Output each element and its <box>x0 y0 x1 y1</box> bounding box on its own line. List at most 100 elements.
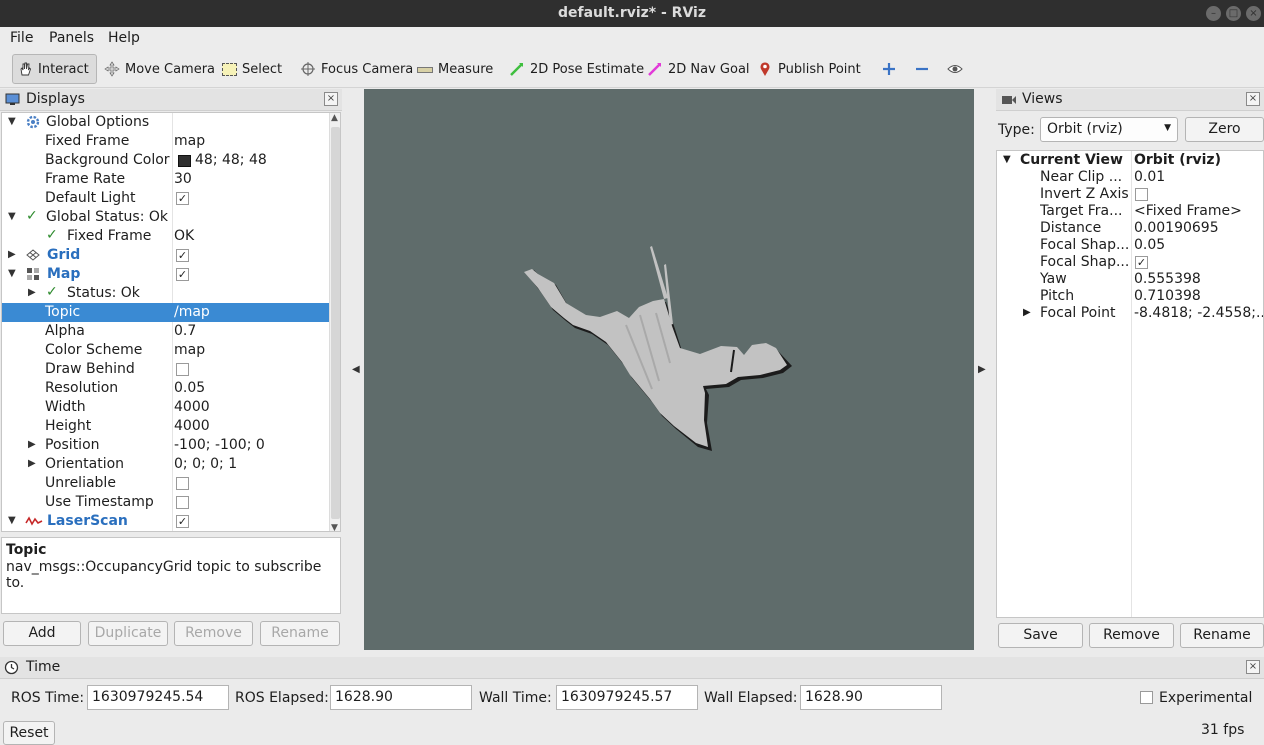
default-light-checkbox[interactable]: ✓ <box>176 192 189 205</box>
wall-elapsed-field[interactable]: 1628.90 <box>800 685 942 710</box>
tree-row-global-options[interactable]: ▼ Global Options <box>2 113 329 132</box>
experimental-checkbox[interactable] <box>1140 691 1153 704</box>
views-tree[interactable]: ▼ Current View Orbit (rviz) Near Clip ..… <box>996 150 1264 618</box>
remove-display-button[interactable]: Remove <box>174 621 253 646</box>
close-window-button[interactable]: × <box>1246 6 1261 21</box>
add-button[interactable]: Add <box>3 621 81 646</box>
expand-arrow-icon[interactable]: ▼ <box>8 268 16 279</box>
expand-arrow-icon[interactable]: ▶ <box>28 287 36 298</box>
view-row-focal-shape-fixed[interactable]: Focal Shap... ✓ <box>997 254 1263 271</box>
tree-row-use-timestamp[interactable]: Use Timestamp <box>2 493 329 512</box>
view-type-select[interactable]: Orbit (rviz) ▼ <box>1040 117 1178 142</box>
tree-row-global-status[interactable]: ▼ ✓ Global Status: Ok <box>2 208 329 227</box>
menu-help[interactable]: Help <box>108 30 140 46</box>
view-row-invert-z[interactable]: Invert Z Axis <box>997 186 1263 203</box>
close-displays-icon[interactable]: × <box>324 92 338 106</box>
move-camera-tool[interactable]: Move Camera <box>100 54 219 84</box>
ros-time-field[interactable]: 1630979245.54 <box>87 685 229 710</box>
rename-display-button[interactable]: Rename <box>260 621 340 646</box>
expand-arrow-icon[interactable]: ▼ <box>1003 154 1011 165</box>
view-row-target-frame[interactable]: Target Fra... <Fixed Frame> <box>997 203 1263 220</box>
row-value[interactable]: 0.555398 <box>1134 271 1201 287</box>
view-row-yaw[interactable]: Yaw 0.555398 <box>997 271 1263 288</box>
row-value[interactable]: 48; 48; 48 <box>195 152 267 168</box>
focal-shape-checkbox[interactable]: ✓ <box>1135 256 1148 269</box>
ros-elapsed-field[interactable]: 1628.90 <box>330 685 472 710</box>
focus-camera-tool[interactable]: Focus Camera <box>296 54 417 84</box>
close-views-icon[interactable]: × <box>1246 92 1260 106</box>
row-value[interactable]: map <box>174 342 205 358</box>
tree-row-height[interactable]: Height 4000 <box>2 417 329 436</box>
select-tool[interactable]: Select <box>218 54 286 84</box>
row-value[interactable]: 0.01 <box>1134 169 1165 185</box>
row-value[interactable]: <Fixed Frame> <box>1134 203 1242 219</box>
expand-arrow-icon[interactable]: ▶ <box>8 249 16 260</box>
view-row-pitch[interactable]: Pitch 0.710398 <box>997 288 1263 305</box>
color-swatch[interactable] <box>178 155 191 167</box>
collapse-left-icon[interactable]: ◀ <box>352 364 360 375</box>
tree-row-map-status[interactable]: ▶ ✓ Status: Ok <box>2 284 329 303</box>
scrollbar-thumb[interactable] <box>331 127 340 519</box>
tree-row-orientation[interactable]: ▶ Orientation 0; 0; 0; 1 <box>2 455 329 474</box>
view-options-button[interactable] <box>943 54 972 84</box>
menu-panels[interactable]: Panels <box>49 30 94 46</box>
expand-arrow-icon[interactable]: ▼ <box>8 515 16 526</box>
row-value[interactable]: map <box>174 133 205 149</box>
save-view-button[interactable]: Save <box>998 623 1083 648</box>
grid-checkbox[interactable]: ✓ <box>176 249 189 262</box>
collapse-right-icon[interactable]: ▶ <box>978 364 986 375</box>
row-value[interactable]: 0.7 <box>174 323 196 339</box>
maximize-button[interactable]: □ <box>1226 6 1241 21</box>
close-time-icon[interactable]: × <box>1246 660 1260 674</box>
row-value[interactable]: 30 <box>174 171 192 187</box>
tree-row-map[interactable]: ▼ Map ✓ <box>2 265 329 284</box>
zero-button[interactable]: Zero <box>1185 117 1264 142</box>
tree-row-fixed-frame[interactable]: Fixed Frame map <box>2 132 329 151</box>
tree-row-topic[interactable]: Topic /map <box>2 303 329 322</box>
row-value[interactable]: 0.710398 <box>1134 288 1201 304</box>
duplicate-button[interactable]: Duplicate <box>88 621 168 646</box>
add-tool-button[interactable] <box>877 54 906 84</box>
pose-estimate-tool[interactable]: 2D Pose Estimate <box>505 54 648 84</box>
remove-tool-button[interactable] <box>910 54 939 84</box>
view-row-focal-shape-size[interactable]: Focal Shap... 0.05 <box>997 237 1263 254</box>
tree-row-resolution[interactable]: Resolution 0.05 <box>2 379 329 398</box>
current-view-row[interactable]: ▼ Current View Orbit (rviz) <box>997 152 1263 169</box>
remove-view-button[interactable]: Remove <box>1089 623 1174 648</box>
tree-row-draw-behind[interactable]: Draw Behind <box>2 360 329 379</box>
menu-file[interactable]: File <box>10 30 33 46</box>
tree-row-unreliable[interactable]: Unreliable <box>2 474 329 493</box>
invert-z-checkbox[interactable] <box>1135 188 1148 201</box>
tree-row-position[interactable]: ▶ Position -100; -100; 0 <box>2 436 329 455</box>
tree-row-grid[interactable]: ▶ Grid ✓ <box>2 246 329 265</box>
interact-tool[interactable]: Interact <box>12 54 97 84</box>
view-row-near-clip[interactable]: Near Clip ... 0.01 <box>997 169 1263 186</box>
scroll-down-icon[interactable]: ▼ <box>331 523 338 531</box>
draw-behind-checkbox[interactable] <box>176 363 189 376</box>
row-value[interactable]: 0.05 <box>1134 237 1165 253</box>
scroll-up-icon[interactable]: ▲ <box>331 113 338 123</box>
measure-tool[interactable]: Measure <box>413 54 497 84</box>
use-timestamp-checkbox[interactable] <box>176 496 189 509</box>
publish-point-tool[interactable]: Publish Point <box>753 54 865 84</box>
map-checkbox[interactable]: ✓ <box>176 268 189 281</box>
tree-row-default-light[interactable]: Default Light ✓ <box>2 189 329 208</box>
displays-scrollbar[interactable]: ▲ ▼ <box>329 113 340 531</box>
laserscan-checkbox[interactable]: ✓ <box>176 515 189 528</box>
tree-row-width[interactable]: Width 4000 <box>2 398 329 417</box>
displays-tree[interactable]: ▼ Global Options Fixed Frame map Backgro… <box>1 112 341 532</box>
expand-arrow-icon[interactable]: ▼ <box>8 211 16 222</box>
row-value[interactable]: /map <box>174 304 210 320</box>
rename-view-button[interactable]: Rename <box>1180 623 1264 648</box>
row-value[interactable]: 0.00190695 <box>1134 220 1219 236</box>
row-value[interactable]: -8.4818; -2.4558;... <box>1134 305 1263 321</box>
tree-row-laserscan[interactable]: ▼ LaserScan ✓ <box>2 512 329 531</box>
view-row-distance[interactable]: Distance 0.00190695 <box>997 220 1263 237</box>
expand-arrow-icon[interactable]: ▶ <box>28 439 36 450</box>
tree-row-status-fixed-frame[interactable]: ✓ Fixed Frame OK <box>2 227 329 246</box>
view-row-focal-point[interactable]: ▶ Focal Point -8.4818; -2.4558;... <box>997 305 1263 322</box>
tree-row-alpha[interactable]: Alpha 0.7 <box>2 322 329 341</box>
tree-row-background-color[interactable]: Background Color 48; 48; 48 <box>2 151 329 170</box>
tree-row-color-scheme[interactable]: Color Scheme map <box>2 341 329 360</box>
nav-goal-tool[interactable]: 2D Nav Goal <box>643 54 754 84</box>
